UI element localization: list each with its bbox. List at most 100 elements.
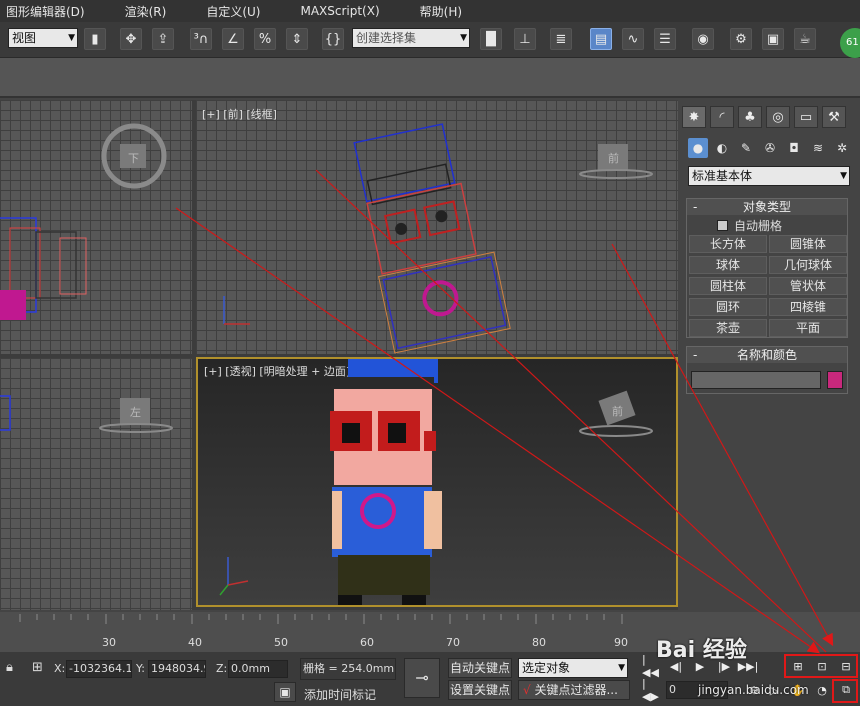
key-mode-select[interactable]: 选定对象 ▼ [518,658,628,678]
schematic-view-icon[interactable]: ☰ [654,28,676,50]
edit-named-selection-icon[interactable]: {} [322,28,344,50]
geosphere-button[interactable]: 几何球体 [769,256,847,274]
top-view-geometry: 下 [0,123,167,320]
key-filters-button[interactable]: √ 关键点过滤器... [518,680,630,700]
teapot-button[interactable]: 茶壶 [689,319,767,337]
spinner-snap-icon[interactable]: ⇕ [286,28,308,50]
cylinder-button[interactable]: 圆柱体 [689,277,767,295]
y-label: Y: [136,662,145,675]
menu-help[interactable]: 帮助(H) [414,3,462,20]
manipulate-icon[interactable]: ⇪ [152,28,174,50]
object-color-swatch[interactable] [827,371,843,389]
align-icon[interactable]: ⊥ [514,28,536,50]
render-setup-icon[interactable]: ⚙ [730,28,752,50]
hierarchy-tab-icon[interactable]: ♣ [738,106,762,128]
menu-customize[interactable]: 自定义(U) [200,3,260,20]
chevron-down-icon: ▼ [618,663,625,673]
reference-coordinate-select[interactable]: 视图 ▼ [8,28,78,48]
autogrid-label: 自动栅格 [734,219,783,233]
cone-button[interactable]: 圆锥体 [769,235,847,253]
lights-icon[interactable]: ✎ [736,138,756,158]
cameras-icon[interactable]: ✇ [760,138,780,158]
reference-coordinate-value: 视图 [12,31,37,45]
watermark-brand: Bai 经验 [656,638,747,663]
display-tab-icon[interactable]: ▭ [794,106,818,128]
geometry-icon[interactable]: ● [688,138,708,158]
select-move-icon[interactable]: ✥ [120,28,142,50]
tick-label: 40 [188,636,202,649]
tick-label: 30 [102,636,116,649]
object-type-header[interactable]: - 对象类型 [687,199,847,215]
viewcube-front-face: 前 [608,151,619,165]
key-icon[interactable]: ⊸ [404,658,440,698]
y-coordinate-field[interactable]: 1948034.9 [148,660,206,678]
object-category-select[interactable]: 标准基本体 ▼ [688,166,850,186]
tick-label: 90 [614,636,628,649]
snaps-toggle-icon[interactable]: ³∩ [190,28,212,50]
chevron-down-icon: ▼ [840,171,847,181]
plane-button[interactable]: 平面 [769,319,847,337]
menu-rendering[interactable]: 渲染(R) [119,3,167,20]
sphere-button[interactable]: 球体 [689,256,767,274]
motion-tab-icon[interactable]: ◎ [766,106,790,128]
viewport-left[interactable]: 左 [0,358,192,610]
auto-key-button[interactable]: 自动关键点 [448,658,512,678]
torus-button[interactable]: 圆环 [689,298,767,316]
absolute-mode-icon[interactable]: ⊞ [32,660,43,675]
watermark-url: jingyan.baidu.com [698,683,809,697]
percent-snap-icon[interactable]: % [254,28,276,50]
tick-label: 50 [274,636,288,649]
angle-snap-icon[interactable]: ∠ [222,28,244,50]
tick-label: 70 [446,636,460,649]
x-coordinate-field[interactable]: -1032364.1 [66,660,132,678]
rendered-frame-window-icon[interactable]: ▣ [762,28,784,50]
space-warps-icon[interactable]: ≋ [808,138,828,158]
viewport-top[interactable]: 下 [0,100,192,354]
max-window: 图形编辑器(D) 渲染(R) 自定义(U) MAXScript(X) 帮助(H)… [0,0,860,706]
utilities-tab-icon[interactable]: ⚒ [822,106,846,128]
mirror-icon[interactable]: ▐▌ [480,28,502,50]
named-selection-set-select[interactable]: 创建选择集 ▼ [352,28,470,48]
lock-icon[interactable]: 🔒︎ [6,660,13,675]
curve-editor-icon[interactable]: ∿ [622,28,644,50]
z-label: Z: [216,662,228,675]
collapse-icon: - [693,200,698,214]
orbit-icon[interactable]: ◔ [812,680,832,700]
perspective-geometry: 前 [219,359,653,605]
box-button[interactable]: 长方体 [689,235,767,253]
command-panel: ✸ ◜ ♣ ◎ ▭ ⚒ ● ◐ ✎ ✇ ◘ ≋ ✲ 标准基本体 ▼ - 对象类型 自… [680,100,860,612]
object-type-rollout: - 对象类型 自动栅格 长方体 圆锥体 球体 几何球体 圆柱体 管状体 圆环 四棱… [686,198,848,338]
key-mode-toggle-icon[interactable]: |◀▶ [642,677,662,703]
menu-maxscript[interactable]: MAXScript(X) [294,4,379,18]
object-name-field[interactable] [691,371,821,389]
left-view-geometry: 左 [0,395,173,433]
modify-tab-icon[interactable]: ◜ [710,106,734,128]
menu-graph-editors[interactable]: 图形编辑器(D) [0,3,85,20]
tick-label: 60 [360,636,374,649]
set-key-button[interactable]: 设置关键点 [448,680,512,700]
checkbox-icon [717,220,728,231]
viewcube-persp-face: 前 [612,404,623,418]
tube-button[interactable]: 管状体 [769,277,847,295]
material-editor-icon[interactable]: ◉ [692,28,714,50]
z-coordinate-field[interactable]: 0.0mm [228,660,288,678]
pyramid-button[interactable]: 四棱锥 [769,298,847,316]
viewport-perspective[interactable]: [+] [透视] [明暗处理 + 边面] 前 [196,357,678,607]
time-tag-icon[interactable]: ▣ [274,682,296,702]
shapes-icon[interactable]: ◐ [712,138,732,158]
helpers-icon[interactable]: ◘ [784,138,804,158]
systems-icon[interactable]: ✲ [832,138,852,158]
chevron-down-icon: ▼ [68,33,75,43]
layer-manager-icon[interactable]: ≣ [550,28,572,50]
name-color-header[interactable]: - 名称和颜色 [687,347,847,363]
scene-explorer-icon[interactable]: ▤ [590,28,612,50]
pivot-center-icon[interactable]: ▮ [84,28,106,50]
render-production-icon[interactable]: ☕ [794,28,816,50]
create-tab-icon[interactable]: ✸ [682,106,706,128]
add-time-tag-label[interactable]: 添加时间标记 [304,686,376,703]
viewport-front[interactable]: [+] [前] [线框] 前 [196,100,678,354]
collapse-icon: - [693,348,698,362]
autogrid-checkbox[interactable]: 自动栅格 [717,217,782,234]
grid-size-display: 栅格 = 254.0mm [300,658,396,680]
track-ticks [19,614,623,624]
